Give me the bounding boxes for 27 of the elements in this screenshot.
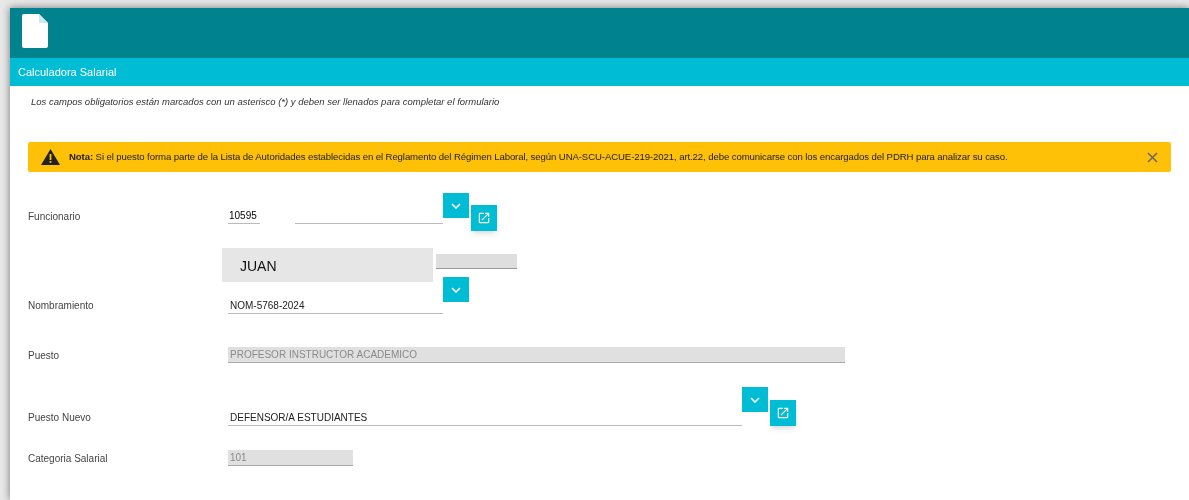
text-field[interactable]: DEFENSOR/A ESTUDIANTES [228,410,742,427]
field-label: Categoria Salarial [28,451,109,466]
warning-icon [41,149,60,166]
open-external-button[interactable] [770,400,796,427]
section-title: Calculadora Salarial [18,64,117,80]
open-external-icon [776,406,790,421]
dropdown-button[interactable] [443,277,469,303]
open-external-button[interactable] [471,205,497,232]
name-field[interactable]: JUAN [222,248,433,283]
text-field[interactable] [436,254,517,270]
field-label: Puesto [28,348,61,363]
open-external-icon [477,211,491,226]
alert-message: Nota: Si el puesto forma parte de la Lista de Autoridades establecidas en el Reglamento del Régimen Laboral, según UNA-SCU-ACUE-219-2021, art.22, debe comunicarse con los encargados del PDRH para analizar su caso. [69,150,1009,165]
chevron-down-icon [451,202,461,209]
instructions-text: Los campos obligatorios están marcados con un asterisco (*) y deben ser llenados para completar el formulario [30,95,501,109]
dropdown-button[interactable] [443,193,469,219]
text-field[interactable]: 10595 [228,208,260,225]
dropdown-button[interactable] [742,387,768,413]
field-label: Nombramiento [28,299,95,314]
field-label: Funcionario [28,210,82,225]
document-icon [22,14,48,48]
field-label: Puesto Nuevo [28,411,92,426]
chevron-down-icon [750,396,760,403]
close-icon [1146,151,1158,163]
chevron-down-icon [451,286,461,293]
close-button[interactable] [1145,150,1159,165]
text-field[interactable]: NOM-5768-2024 [228,298,443,315]
